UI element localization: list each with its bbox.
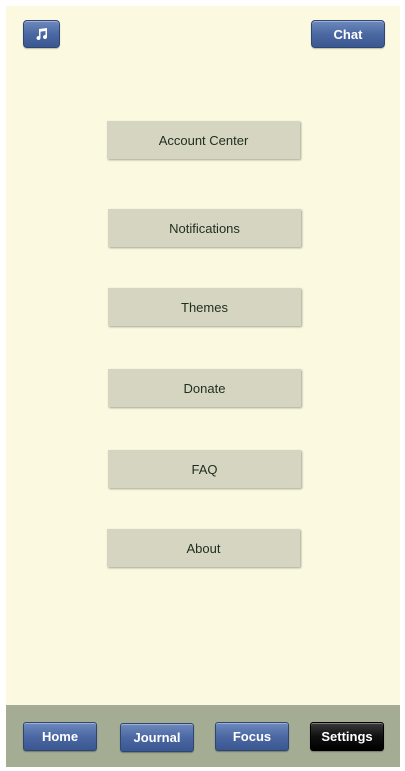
donate-button[interactable]: Donate: [108, 369, 301, 407]
music-note-icon: [35, 27, 49, 41]
notifications-button[interactable]: Notifications: [108, 209, 301, 247]
tab-home[interactable]: Home: [23, 722, 97, 751]
account-center-button[interactable]: Account Center: [107, 121, 300, 159]
faq-button[interactable]: FAQ: [108, 450, 301, 488]
chat-button[interactable]: Chat: [311, 20, 385, 48]
bottom-tab-bar: Home Journal Focus Settings: [6, 705, 400, 767]
tab-focus[interactable]: Focus: [215, 722, 289, 751]
tab-settings[interactable]: Settings: [310, 722, 384, 751]
tab-journal[interactable]: Journal: [120, 723, 194, 752]
settings-screen: [6, 6, 400, 705]
themes-button[interactable]: Themes: [108, 288, 301, 326]
about-button[interactable]: About: [107, 529, 300, 567]
music-button[interactable]: [23, 20, 60, 48]
